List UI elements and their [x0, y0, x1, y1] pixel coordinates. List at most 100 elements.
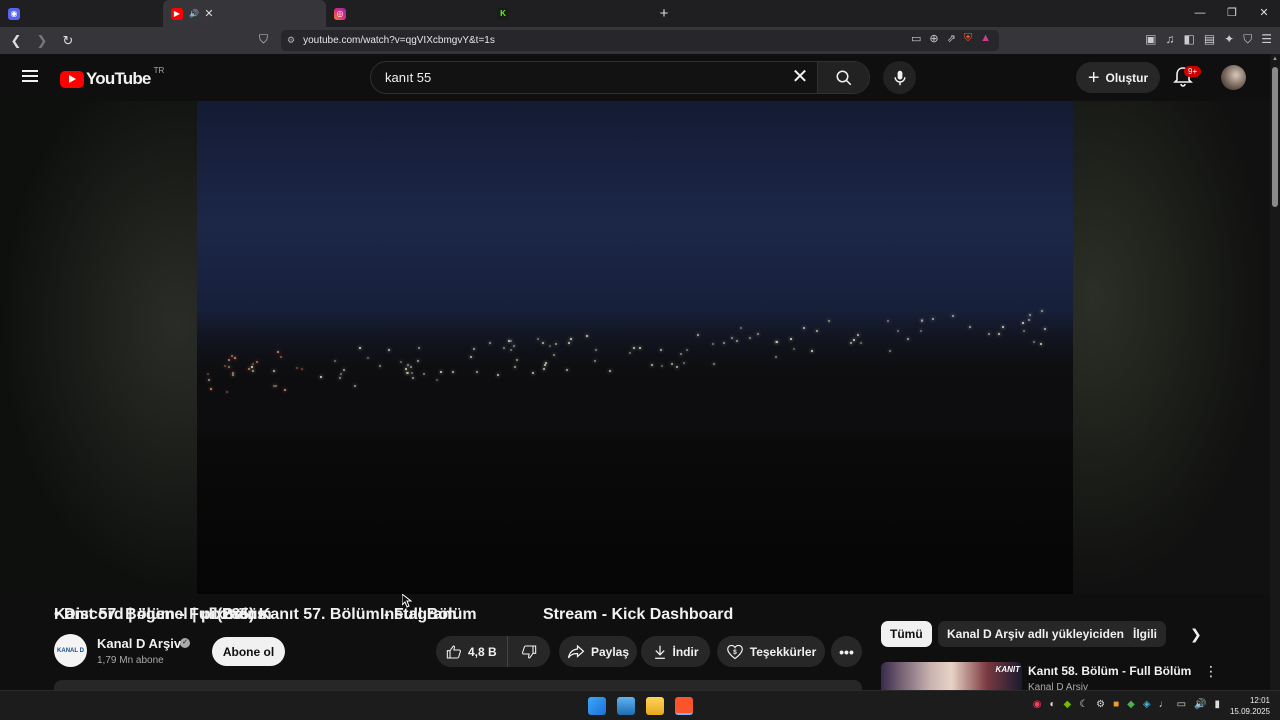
clear-search-icon[interactable]: ✕	[785, 62, 815, 93]
create-button[interactable]: + Oluştur	[1076, 62, 1160, 93]
youtube-icon: ▶	[171, 7, 183, 20]
download-button[interactable]: İndir	[641, 636, 710, 667]
vpn-icon[interactable]: ⛉	[1243, 32, 1252, 47]
more-vertical-icon[interactable]: ⋮	[1204, 663, 1218, 680]
channel-name[interactable]: Kanal D Arşiv	[97, 636, 181, 651]
city-light	[555, 342, 558, 345]
audio-icon[interactable]: 🔊	[189, 9, 199, 18]
forward-icon[interactable]: ❯	[32, 33, 52, 49]
network-icon[interactable]: ▭	[1177, 699, 1186, 710]
close-window-icon[interactable]: ✕	[1248, 0, 1280, 27]
minimize-icon[interactable]: —	[1184, 0, 1216, 27]
wallet-icon[interactable]: ▤	[1204, 32, 1215, 47]
city-light	[542, 367, 545, 370]
channel-avatar[interactable]: KANAL D	[54, 634, 87, 667]
moon-icon[interactable]: ☾	[1079, 699, 1088, 710]
brave-shield-icon[interactable]: ⛨	[964, 32, 972, 45]
app-tray-icon[interactable]: ■	[1113, 699, 1119, 710]
steam-icon[interactable]: ◐	[1049, 699, 1055, 710]
subscribe-button[interactable]: Abone ol	[212, 637, 285, 666]
city-light	[932, 317, 935, 320]
battery-icon[interactable]: ▮	[1214, 699, 1220, 710]
chip-related[interactable]: İlgili	[1124, 621, 1166, 647]
search-icon	[836, 70, 851, 85]
url-text[interactable]: youtube.com/watch?v=qgVIXcbmgvY&t=1s	[303, 35, 495, 46]
search-box[interactable]: kanıt 55 ✕	[370, 61, 870, 94]
download-icon	[654, 645, 665, 659]
file-explorer-icon[interactable]	[646, 697, 664, 715]
vpn-tray-icon[interactable]: ◈	[1143, 699, 1151, 710]
windows-start-icon[interactable]	[588, 697, 606, 715]
city-light	[250, 365, 253, 368]
media-icon[interactable]: ♫	[1165, 32, 1174, 47]
more-actions-button[interactable]: •••	[831, 636, 862, 667]
volume-icon[interactable]: 🔊	[1194, 699, 1206, 710]
city-light	[489, 341, 492, 344]
zoom-icon[interactable]: ⊕	[929, 32, 938, 45]
cast-icon[interactable]: ▭	[911, 32, 921, 45]
tab-discord[interactable]: ◉ • Discord | #genel | pixmens	[0, 0, 266, 623]
recommendation-thumbnail[interactable]: KANIT	[881, 662, 1022, 690]
reader-icon[interactable]: ▣	[1145, 32, 1156, 47]
heart-dollar-icon: $	[726, 644, 743, 659]
search-button[interactable]	[817, 62, 869, 93]
discord-icon: ◉	[8, 7, 20, 20]
tab-instagram[interactable]: ◎ Instagram	[326, 0, 489, 623]
video-frame[interactable]	[197, 101, 1073, 594]
recommendation-title[interactable]: Kanıt 58. Bölüm - Full Bölüm	[1028, 664, 1191, 678]
share-page-icon[interactable]: ⇗	[947, 32, 956, 45]
chevron-right-icon[interactable]: ❯	[1190, 626, 1202, 643]
menu-icon[interactable]: ☰	[1261, 32, 1272, 47]
city-light	[404, 367, 407, 370]
like-button[interactable]: 4,8 B	[436, 636, 508, 667]
hamburger-menu-icon[interactable]	[22, 70, 38, 82]
tab-youtube[interactable]: ▶ 🔊 (285) Kanıt 57. Bölüm - Full Bölüm ✕	[163, 0, 477, 623]
voice-search-button[interactable]	[883, 61, 916, 94]
account-avatar[interactable]	[1221, 65, 1246, 90]
system-clock[interactable]: 12:01 15.09.2025	[1230, 695, 1270, 717]
tab-kick[interactable]: K Stream - Kick Dashboard	[489, 0, 733, 623]
search-input[interactable]: kanıt 55	[371, 62, 785, 93]
page-scrollbar[interactable]: ▲	[1270, 54, 1280, 690]
city-light	[1002, 325, 1005, 328]
thanks-button[interactable]: $ Teşekkürler	[717, 636, 825, 667]
nvidia-icon[interactable]: ◆	[1063, 699, 1071, 710]
share-icon	[567, 644, 585, 658]
brave-browser-icon[interactable]	[675, 697, 693, 715]
scroll-up-icon[interactable]: ▲	[1272, 56, 1278, 62]
brave-rewards-icon[interactable]: ▲	[980, 32, 991, 45]
sidebar-icon[interactable]: ◧	[1183, 32, 1194, 47]
youtube-logo[interactable]: YouTube TR	[60, 66, 164, 89]
close-tab-icon[interactable]: ✕	[202, 7, 216, 20]
scrollbar-thumb[interactable]	[1272, 67, 1278, 207]
like-dislike-group: 4,8 B	[436, 636, 550, 667]
chip-all[interactable]: Tümü	[881, 621, 932, 647]
shield-tray-icon[interactable]: ◆	[1127, 699, 1135, 710]
new-tab-button[interactable]: +	[652, 5, 676, 22]
city-light	[251, 362, 254, 365]
restore-icon[interactable]: ❐	[1216, 0, 1248, 27]
site-info-icon[interactable]: ⚙	[287, 35, 295, 46]
city-light	[416, 359, 419, 362]
thanks-label: Teşekkürler	[749, 644, 817, 659]
reload-icon[interactable]: ↻	[58, 33, 78, 49]
plus-icon: +	[1087, 66, 1100, 89]
opera-gx-icon[interactable]: ◉	[1033, 699, 1042, 710]
bookmark-icon[interactable]: ⛉	[259, 32, 268, 47]
back-icon[interactable]: ❮	[6, 33, 26, 49]
city-light	[231, 374, 234, 377]
address-bar[interactable]: ⚙ youtube.com/watch?v=qgVIXcbmgvY&t=1s ▭…	[281, 30, 999, 51]
leo-ai-icon[interactable]: ✦	[1224, 32, 1234, 47]
city-light	[451, 371, 454, 374]
chip-from-uploader[interactable]: Kanal D Arşiv adlı yükleyiciden	[938, 621, 1133, 647]
share-button[interactable]: Paylaş	[559, 636, 637, 667]
microphone-tray-icon[interactable]: ♩	[1159, 699, 1169, 710]
notification-badge: 9+	[1184, 66, 1202, 77]
city-light	[1043, 327, 1046, 330]
weather-widget-icon[interactable]	[617, 697, 635, 715]
gear-icon[interactable]: ⚙	[1096, 699, 1105, 710]
microphone-icon	[893, 70, 906, 85]
city-light	[608, 370, 611, 373]
video-player[interactable]	[0, 101, 1270, 594]
dislike-button[interactable]	[508, 644, 550, 660]
